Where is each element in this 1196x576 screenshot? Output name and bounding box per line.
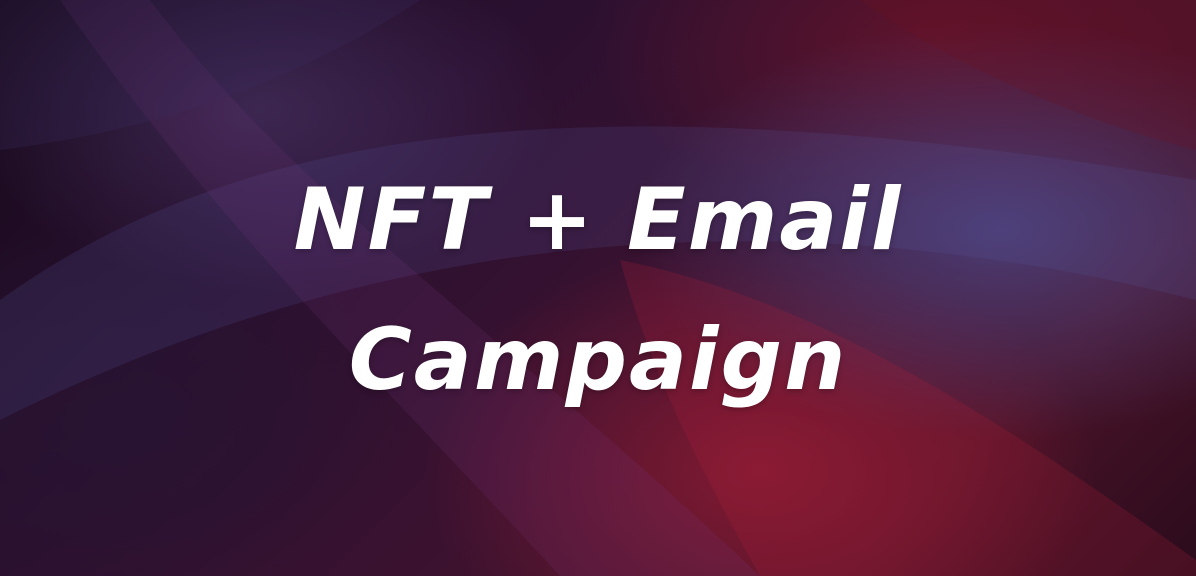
banner-title-line-2: Campaign — [348, 310, 848, 410]
hero-banner: NFT + Email Campaign — [0, 0, 1196, 576]
banner-title: NFT + Email Campaign — [0, 150, 1196, 430]
background-swoosh-right — [860, 0, 1196, 150]
banner-title-line-1: NFT + Email — [293, 170, 903, 270]
